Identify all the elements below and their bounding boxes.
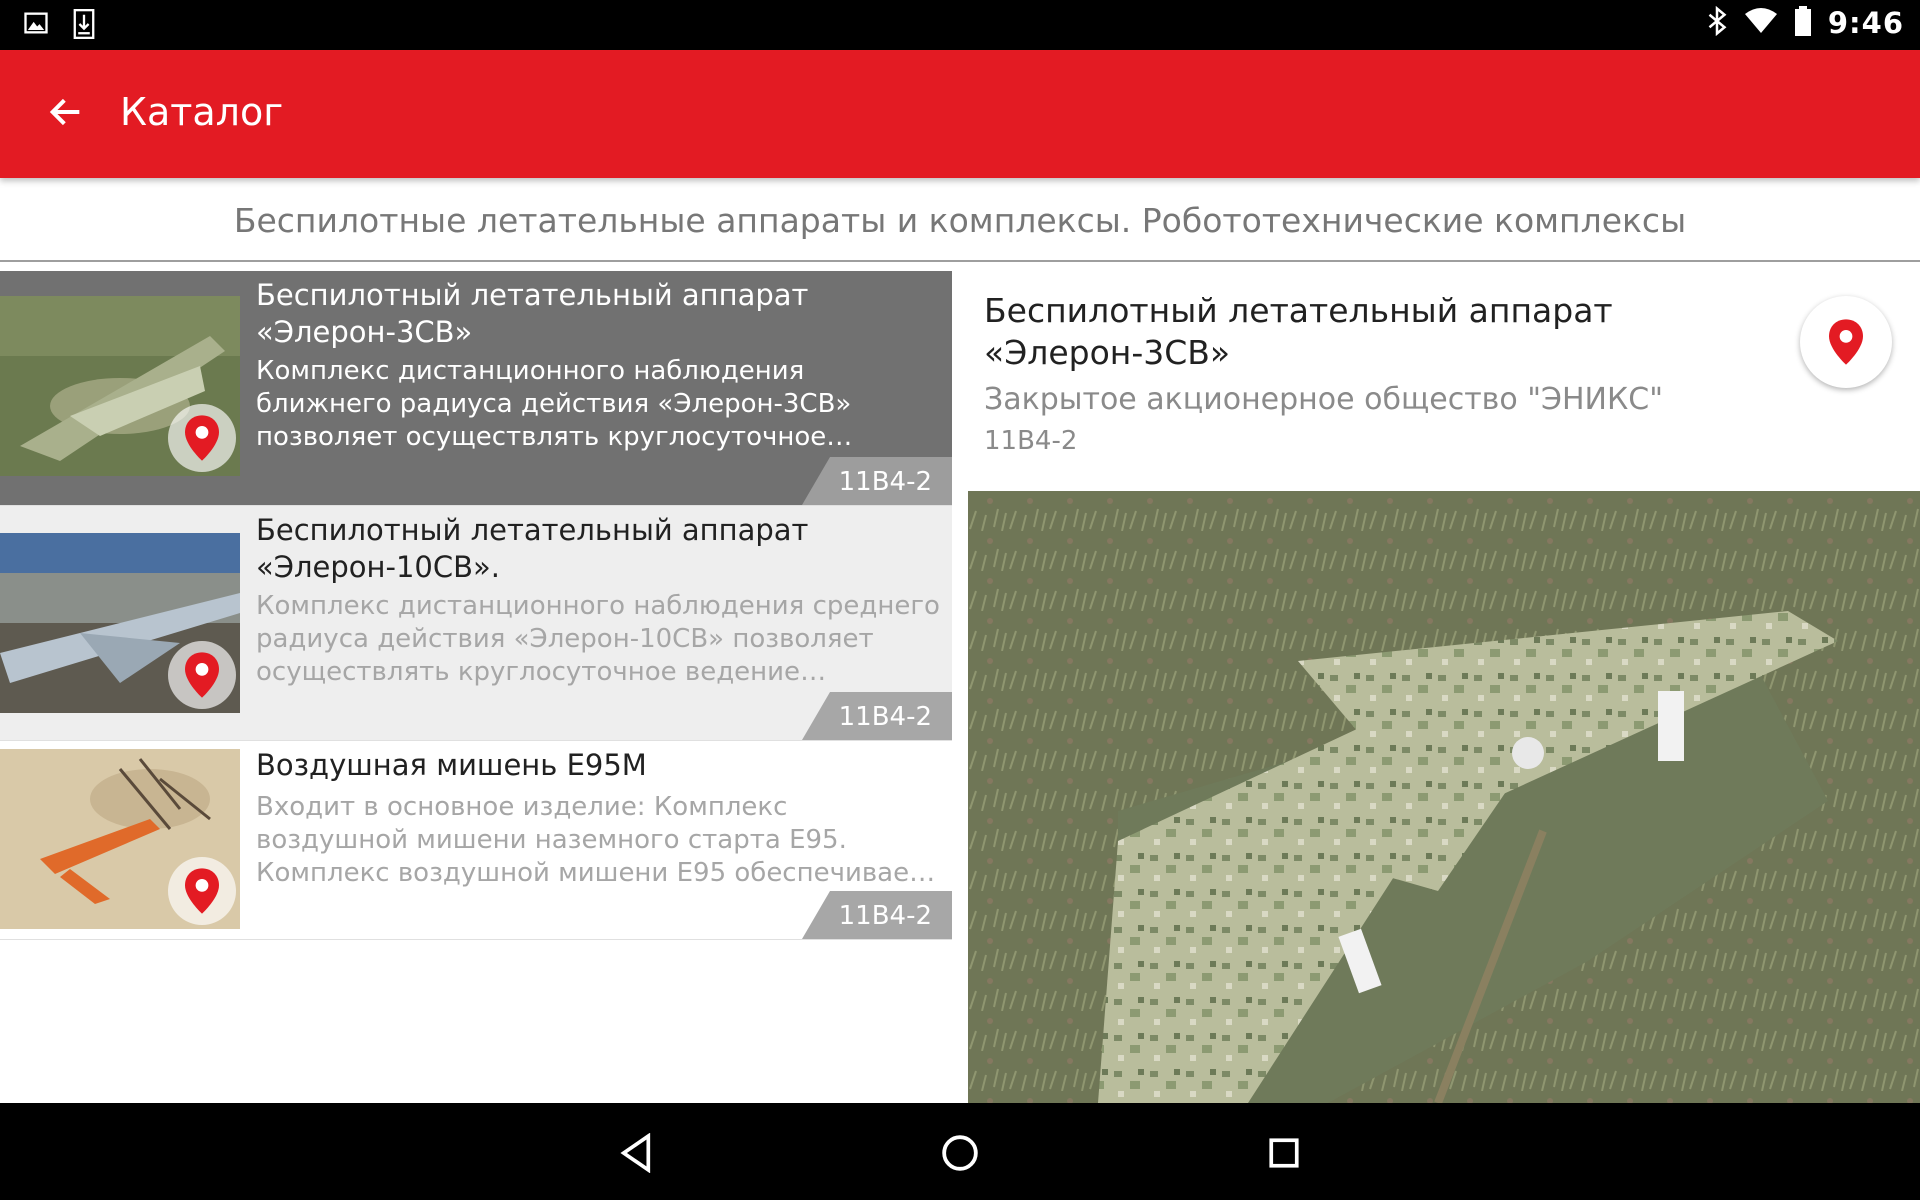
image-notification-icon bbox=[22, 9, 50, 43]
item-description: Комплекс дистанционного наблюдения ближн… bbox=[256, 356, 852, 452]
list-item[interactable]: Беспилотный летательный аппарат «Элерон-… bbox=[0, 506, 952, 741]
map-pin-icon bbox=[185, 868, 219, 914]
nav-back-button[interactable] bbox=[604, 1121, 668, 1185]
item-thumbnail bbox=[0, 533, 240, 713]
detail-image bbox=[968, 491, 1920, 1103]
item-description: Входит в основное изделие: Комплекс возд… bbox=[256, 792, 925, 888]
clock: 9:46 bbox=[1827, 6, 1904, 40]
show-on-map-button[interactable] bbox=[1800, 296, 1892, 388]
map-pin-icon bbox=[185, 652, 219, 698]
back-arrow-icon bbox=[49, 98, 80, 126]
page-title: Каталог bbox=[120, 90, 284, 134]
item-thumbnail bbox=[0, 749, 240, 929]
item-title: Беспилотный летательный аппарат «Элерон-… bbox=[256, 513, 809, 584]
map-pin-icon bbox=[185, 415, 219, 461]
nav-home-button[interactable] bbox=[928, 1121, 992, 1185]
status-bar: 9:46 bbox=[0, 0, 1920, 50]
map-pin-button[interactable] bbox=[168, 641, 236, 709]
detail-code: 11В4-2 bbox=[984, 426, 1078, 456]
item-thumbnail bbox=[0, 296, 240, 476]
item-description: Комплекс дистанционного наблюдения средн… bbox=[256, 591, 940, 687]
item-title: Воздушная мишень Е95М bbox=[256, 748, 647, 782]
nav-home-icon bbox=[942, 1135, 978, 1171]
catalog-list: Беспилотный летательный аппарат «Элерон-… bbox=[0, 271, 952, 940]
detail-title: Беспилотный летательный аппарат «Элерон-… bbox=[984, 291, 1613, 372]
item-code-badge: 11В4-2 bbox=[802, 891, 952, 939]
item-code-badge: 11В4-2 bbox=[802, 692, 952, 740]
map-pin-icon bbox=[1829, 319, 1863, 365]
bluetooth-icon bbox=[1706, 5, 1728, 40]
list-item[interactable]: Воздушная мишень Е95М Входит в основное … bbox=[0, 741, 952, 940]
app-bar: Каталог bbox=[0, 50, 1920, 178]
item-code-badge: 11В4-2 bbox=[802, 457, 952, 505]
nav-back-icon bbox=[620, 1133, 651, 1173]
nav-recents-icon bbox=[1269, 1138, 1299, 1168]
nav-recents-button[interactable] bbox=[1252, 1121, 1316, 1185]
navigation-bar bbox=[0, 1103, 1920, 1200]
item-title: Беспилотный летательный аппарат «Элерон-… bbox=[256, 278, 809, 349]
map-pin-button[interactable] bbox=[168, 857, 236, 925]
detail-pane: Беспилотный летательный аппарат «Элерон-… bbox=[968, 260, 1920, 1103]
category-title: Беспилотные летательные аппараты и компл… bbox=[0, 178, 1920, 262]
battery-icon bbox=[1794, 6, 1812, 40]
back-button[interactable] bbox=[34, 80, 98, 144]
list-item[interactable]: Беспилотный летательный аппарат «Элерон-… bbox=[0, 271, 952, 506]
download-notification-icon bbox=[72, 9, 96, 43]
detail-company: Закрытое акционерное общество "ЭНИКС" bbox=[984, 382, 1664, 417]
map-pin-button[interactable] bbox=[168, 404, 236, 472]
wifi-icon bbox=[1744, 7, 1778, 39]
